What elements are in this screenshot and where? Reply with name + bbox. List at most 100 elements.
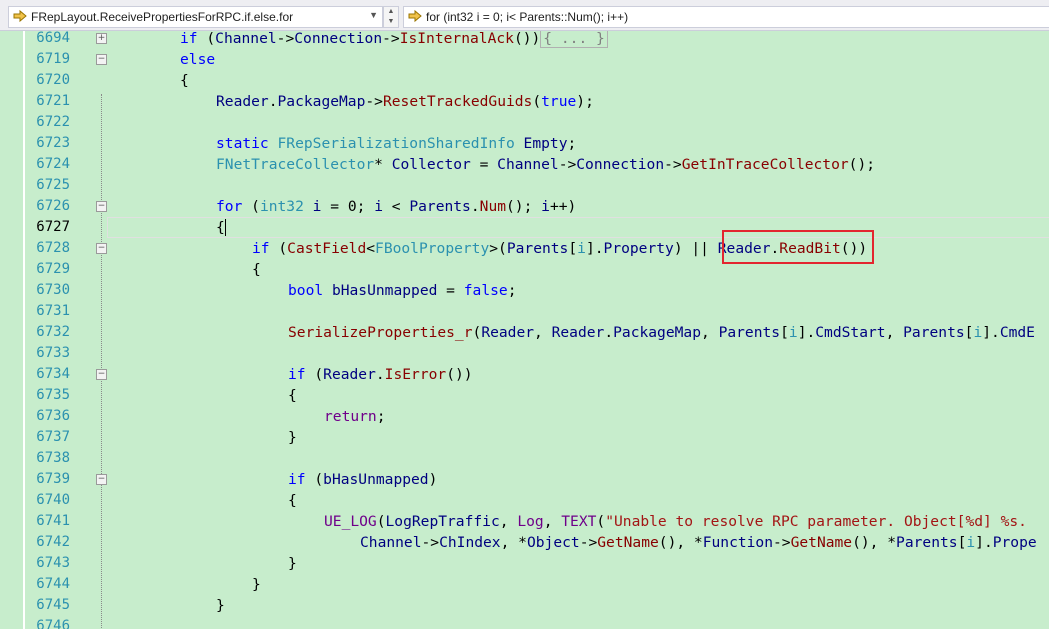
collapse-icon[interactable]: −: [96, 54, 107, 65]
expand-icon[interactable]: +: [96, 33, 107, 44]
code-text: }: [288, 429, 297, 446]
scope-label: FRepLayout.ReceivePropertiesForRPC.if.el…: [31, 10, 294, 24]
member-label: for (int32 i = 0; i< Parents::Num(); i++…: [426, 10, 629, 24]
line-number: 6731: [36, 303, 70, 319]
code-line[interactable]: 6731: [0, 301, 1049, 322]
line-number: 6720: [36, 72, 70, 88]
code-line[interactable]: 6732 SerializeProperties_r(Reader, Reade…: [0, 322, 1049, 343]
current-line-highlight: [107, 217, 1049, 238]
code-text: FNetTraceCollector* Collector = Channel-…: [216, 156, 876, 173]
code-line[interactable]: 6746: [0, 616, 1049, 629]
line-number: 6744: [36, 576, 70, 592]
line-number: 6734: [36, 366, 70, 382]
code-line[interactable]: 6744 }: [0, 574, 1049, 595]
code-text: if (bHasUnmapped): [288, 471, 438, 488]
code-line[interactable]: 6724 FNetTraceCollector* Collector = Cha…: [0, 154, 1049, 175]
line-number: 6721: [36, 93, 70, 109]
code-line[interactable]: 6725: [0, 175, 1049, 196]
line-number: 6723: [36, 135, 70, 151]
line-number: 6733: [36, 345, 70, 361]
line-number: 6740: [36, 492, 70, 508]
line-number: 6742: [36, 534, 70, 550]
line-number: 6726: [36, 198, 70, 214]
line-number: 6743: [36, 555, 70, 571]
code-text: static FRepSerializationSharedInfo Empty…: [216, 135, 577, 152]
line-number: 6732: [36, 324, 70, 340]
code-text: Reader.PackageMap->ResetTrackedGuids(tru…: [216, 93, 594, 110]
line-number: 6736: [36, 408, 70, 424]
code-text: else: [180, 51, 216, 68]
line-number: 6725: [36, 177, 70, 193]
code-editor[interactable]: 6694 + if (Channel->Connection->IsIntern…: [0, 31, 1049, 629]
code-text: {: [180, 72, 189, 89]
code-line[interactable]: 6741 UE_LOG(LogRepTraffic, Log, TEXT("Un…: [0, 511, 1049, 532]
code-text: {: [288, 492, 297, 509]
code-line[interactable]: 6728 − if (CastField<FBoolProperty>(Pare…: [0, 238, 1049, 259]
line-number: 6737: [36, 429, 70, 445]
collapse-icon[interactable]: −: [96, 201, 107, 212]
code-text: SerializeProperties_r(Reader, Reader.Pac…: [288, 324, 1035, 341]
current-code-line[interactable]: 6727 {: [0, 217, 1049, 238]
text-caret: [225, 219, 226, 236]
member-dropdown[interactable]: for (int32 i = 0; i< Parents::Num(); i++…: [403, 6, 1049, 28]
arrow-right-icon: [408, 9, 422, 23]
code-text: }: [288, 555, 297, 572]
code-line[interactable]: 6736 return;: [0, 406, 1049, 427]
collapsed-block[interactable]: { ... }: [540, 31, 608, 48]
navigation-bar: FRepLayout.ReceivePropertiesForRPC.if.el…: [0, 0, 1049, 31]
chevron-down-icon[interactable]: ▼: [369, 10, 378, 20]
line-number: 6735: [36, 387, 70, 403]
code-text: if (Reader.IsError()): [288, 366, 473, 383]
line-number: 6729: [36, 261, 70, 277]
line-number: 6694: [36, 31, 70, 46]
line-number: 6724: [36, 156, 70, 172]
scope-spinner[interactable]: ▲ ▼: [383, 6, 399, 28]
code-text: {: [288, 387, 297, 404]
line-number: 6746: [36, 618, 70, 629]
line-number: 6719: [36, 51, 70, 67]
code-line[interactable]: 6737 }: [0, 427, 1049, 448]
code-text: UE_LOG(LogRepTraffic, Log, TEXT("Unable …: [324, 513, 1027, 530]
line-number: 6728: [36, 240, 70, 256]
code-line[interactable]: 6745 }: [0, 595, 1049, 616]
spin-up-icon[interactable]: ▲: [384, 7, 398, 17]
code-line[interactable]: 6734 − if (Reader.IsError()): [0, 364, 1049, 385]
code-text: {: [252, 261, 261, 278]
code-line[interactable]: 6729 {: [0, 259, 1049, 280]
scope-dropdown[interactable]: FRepLayout.ReceivePropertiesForRPC.if.el…: [8, 6, 383, 28]
code-line[interactable]: 6719 − else: [0, 49, 1049, 70]
line-number: 6745: [36, 597, 70, 613]
code-line[interactable]: 6739 − if (bHasUnmapped): [0, 469, 1049, 490]
code-line[interactable]: 6723 static FRepSerializationSharedInfo …: [0, 133, 1049, 154]
code-line[interactable]: 6740 {: [0, 490, 1049, 511]
collapse-icon[interactable]: −: [96, 243, 107, 254]
spin-down-icon[interactable]: ▼: [384, 17, 398, 27]
code-line[interactable]: 6726 − for (int32 i = 0; i < Parents.Num…: [0, 196, 1049, 217]
arrow-right-icon: [13, 9, 27, 23]
code-line[interactable]: 6730 bool bHasUnmapped = false;: [0, 280, 1049, 301]
collapse-icon[interactable]: −: [96, 369, 107, 380]
line-number: 6730: [36, 282, 70, 298]
code-text: }: [216, 597, 225, 614]
code-line[interactable]: 6742 Channel->ChIndex, *Object->GetName(…: [0, 532, 1049, 553]
code-line[interactable]: 6694 + if (Channel->Connection->IsIntern…: [0, 31, 1049, 49]
code-line[interactable]: 6722: [0, 112, 1049, 133]
code-line[interactable]: 6721 Reader.PackageMap->ResetTrackedGuid…: [0, 91, 1049, 112]
line-number: 6722: [36, 114, 70, 130]
line-number: 6738: [36, 450, 70, 466]
code-line[interactable]: 6743 }: [0, 553, 1049, 574]
code-text: return;: [324, 408, 386, 425]
collapse-icon[interactable]: −: [96, 474, 107, 485]
code-text: {: [216, 219, 225, 236]
code-line[interactable]: 6738: [0, 448, 1049, 469]
line-number: 6741: [36, 513, 70, 529]
code-line[interactable]: 6720 {: [0, 70, 1049, 91]
line-number: 6727: [36, 219, 70, 235]
code-text: if (Channel->Connection->IsInternalAck()…: [180, 31, 608, 49]
code-line[interactable]: 6733: [0, 343, 1049, 364]
code-text: Channel->ChIndex, *Object->GetName(), *F…: [360, 534, 1037, 551]
code-text: for (int32 i = 0; i < Parents.Num(); i++…: [216, 198, 577, 215]
code-line[interactable]: 6735 {: [0, 385, 1049, 406]
code-text: }: [252, 576, 261, 593]
code-text: bool bHasUnmapped = false;: [288, 282, 517, 299]
